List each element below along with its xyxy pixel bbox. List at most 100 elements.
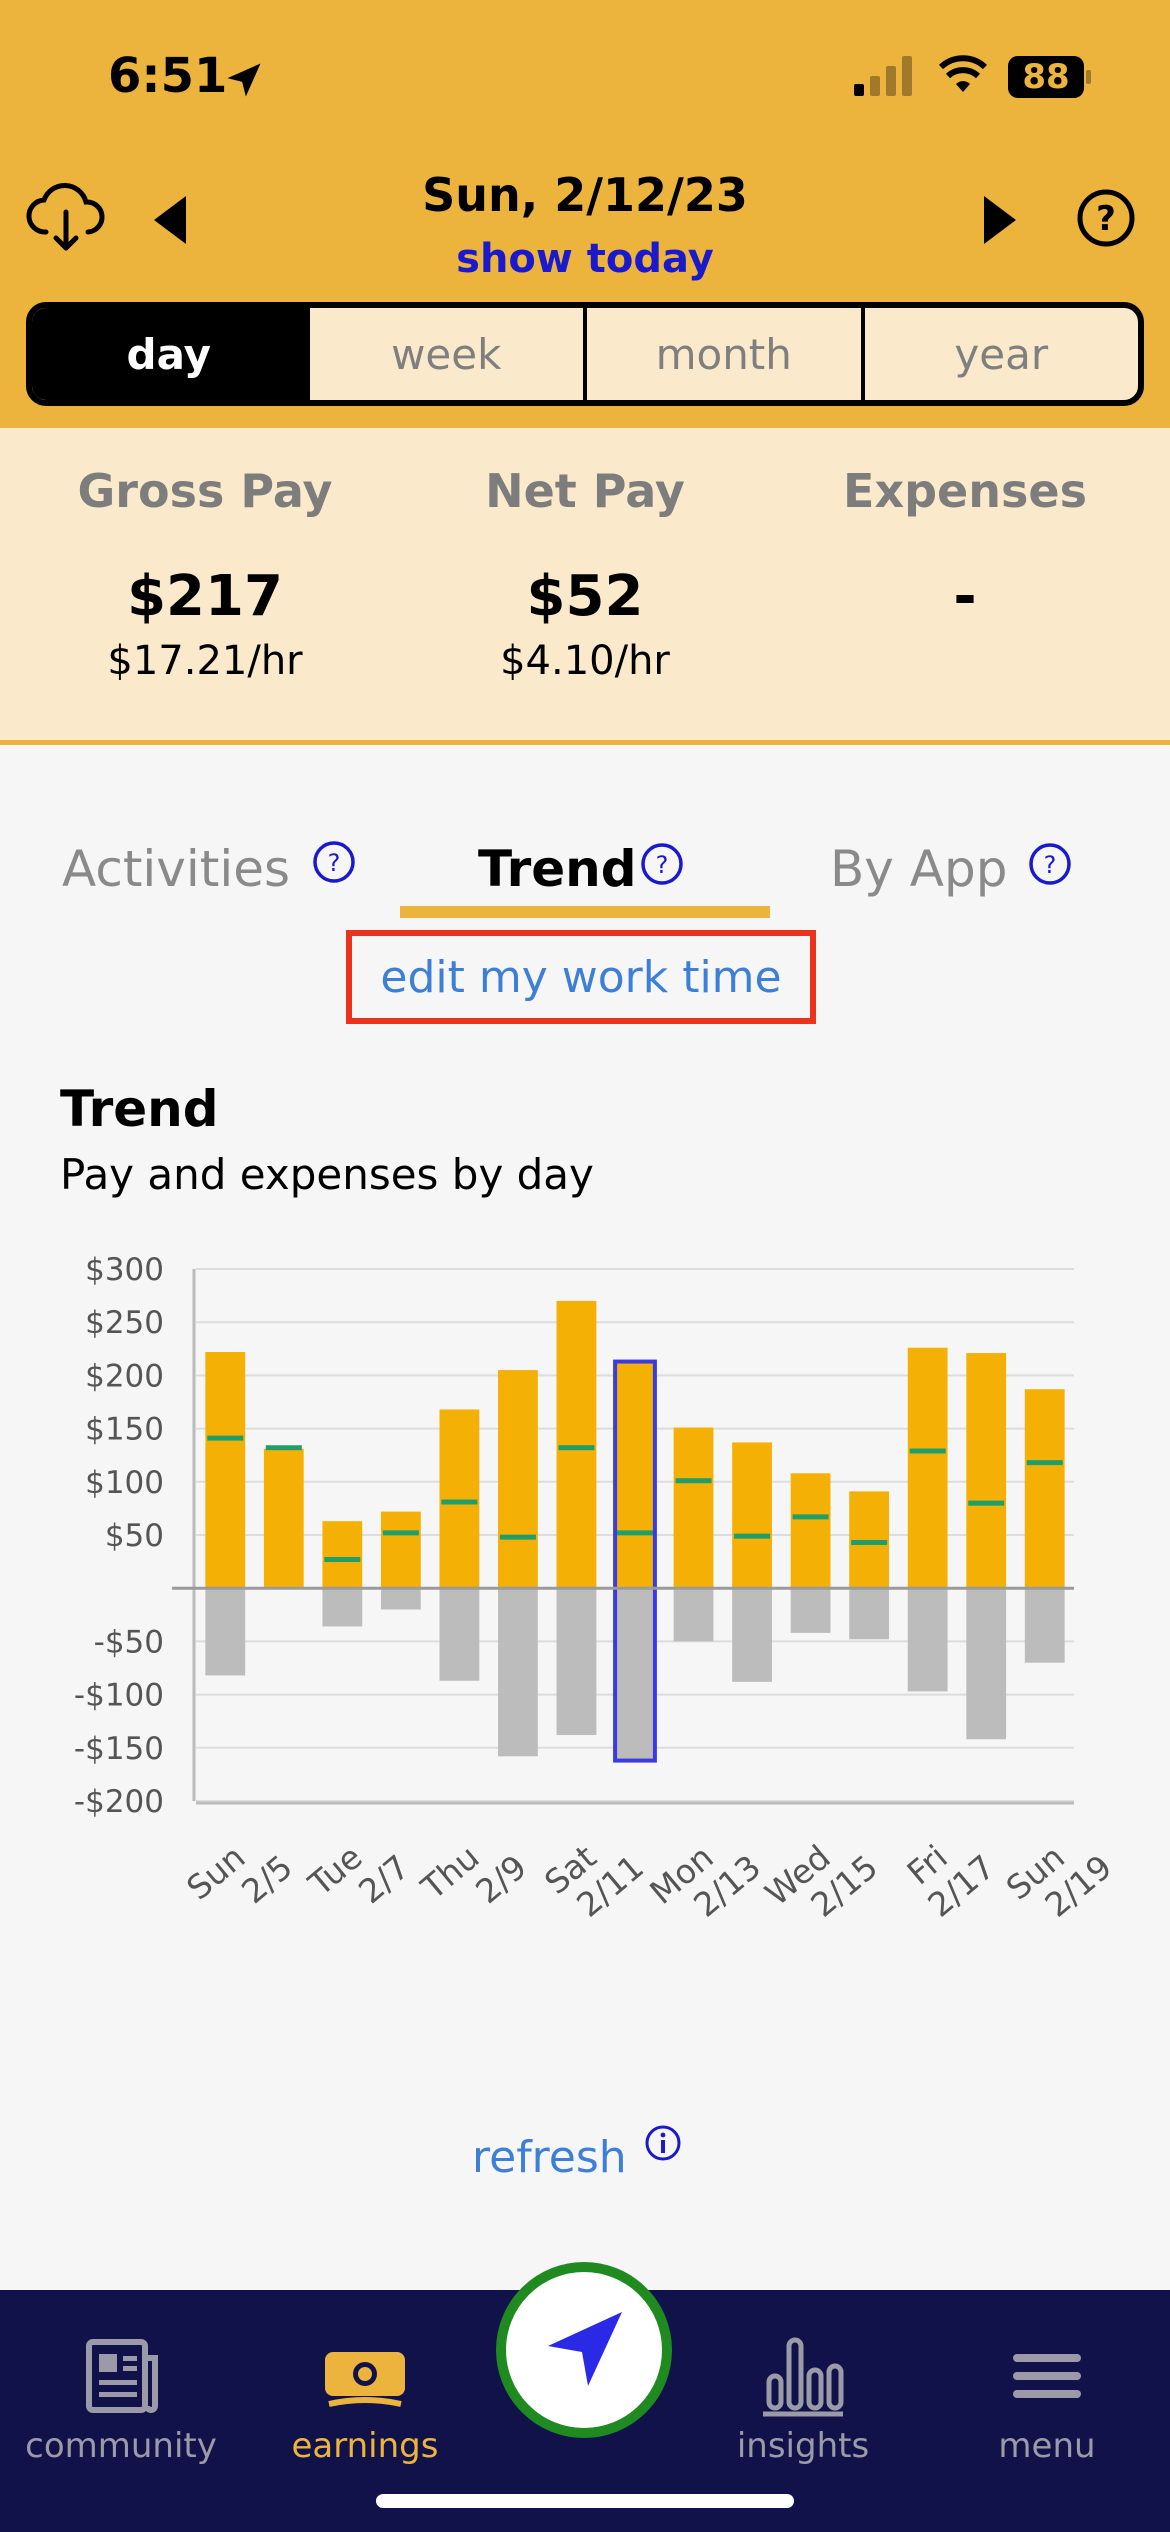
- pay-bar: [498, 1370, 538, 1589]
- newspaper-icon: [86, 2339, 158, 2413]
- cloud-download-icon[interactable]: [26, 182, 106, 254]
- previous-day-icon[interactable]: [150, 194, 190, 246]
- expense-bar: [498, 1588, 538, 1757]
- net-pay-title: Net Pay: [485, 464, 685, 518]
- pay-bar: [732, 1442, 772, 1589]
- expense-bar: [439, 1588, 480, 1681]
- edit-work-time-link[interactable]: edit my work time: [380, 952, 781, 1003]
- current-date: Sun, 2/12/23: [422, 168, 748, 222]
- activities-help-icon[interactable]: ?: [312, 840, 356, 884]
- expense-bar: [732, 1588, 772, 1682]
- net-pay-rate: $4.10/hr: [500, 638, 670, 684]
- nav-community-label: community: [25, 2426, 217, 2466]
- pay-bar: [1024, 1389, 1065, 1589]
- gross-pay-amount: $217: [127, 564, 283, 629]
- expense-bar: [380, 1588, 421, 1610]
- expense-bar: [1024, 1588, 1065, 1663]
- gross-pay-rate: $17.21/hr: [107, 638, 303, 684]
- cellular-signal-icon: [854, 56, 912, 96]
- nav-insights-label: insights: [736, 2426, 870, 2466]
- net-pay-amount: $52: [526, 564, 644, 629]
- trend-chart: $300 $250 $200 $150 $100 $50 -$50 -$100 -$150 -$2…: [74, 1252, 1119, 1943]
- expense-bar: [907, 1588, 948, 1692]
- y-tick-label: $250: [85, 1305, 164, 1341]
- nav-menu-label: menu: [998, 2426, 1096, 2466]
- nav-earnings-label: earnings: [291, 2426, 439, 2466]
- home-indicator: [376, 2494, 794, 2508]
- expenses-amount: -: [953, 564, 977, 629]
- by-app-help-icon[interactable]: ?: [1028, 842, 1072, 886]
- chart-subtitle: Pay and expenses by day: [60, 1150, 594, 1199]
- expense-bar: [205, 1588, 246, 1676]
- svg-text:?: ?: [656, 851, 669, 879]
- expense-bar: [615, 1588, 655, 1761]
- nav-community[interactable]: community: [1, 2290, 241, 2532]
- expense-bar: [790, 1588, 831, 1633]
- pay-bar: [615, 1361, 655, 1589]
- x-tick-label: Wed2/15: [758, 1818, 886, 1943]
- drive-mode-button[interactable]: [496, 2262, 672, 2438]
- segment-day[interactable]: day: [32, 308, 306, 400]
- x-tick-label: Tue2/7: [300, 1818, 416, 1933]
- y-tick-label: $300: [85, 1252, 164, 1288]
- y-tick-label: -$50: [94, 1624, 164, 1660]
- segment-week[interactable]: week: [305, 308, 584, 400]
- pay-bar: [380, 1511, 421, 1589]
- chart-title: Trend: [60, 1080, 219, 1138]
- tab-trend-indicator: [400, 906, 770, 918]
- segment-year[interactable]: year: [860, 308, 1139, 400]
- pay-bar: [849, 1491, 890, 1589]
- wifi-icon: [938, 55, 988, 92]
- money-icon: [325, 2352, 405, 2407]
- y-tick-label: $150: [85, 1412, 164, 1448]
- x-tick-label: Mon2/13: [642, 1818, 768, 1941]
- trend-help-icon[interactable]: ?: [640, 842, 684, 886]
- pay-bar: [907, 1347, 948, 1589]
- status-time: 6:51: [108, 48, 228, 104]
- pay-bar: [205, 1351, 246, 1589]
- x-tick-label: Sun2/5: [179, 1818, 300, 1937]
- pay-bar: [966, 1353, 1007, 1589]
- pay-bar: [439, 1409, 480, 1589]
- refresh-link[interactable]: refresh: [472, 2132, 627, 2183]
- navigation-arrow-icon: [548, 2312, 622, 2386]
- location-arrow-icon: [227, 63, 261, 97]
- expense-bar: [322, 1588, 363, 1627]
- y-tick-label: $100: [85, 1465, 164, 1501]
- pay-bar: [790, 1473, 831, 1589]
- expense-bar: [966, 1588, 1007, 1740]
- y-tick-label: $50: [105, 1518, 164, 1554]
- hamburger-menu-icon: [1013, 2354, 1081, 2398]
- pay-bar: [673, 1427, 714, 1589]
- battery-level: 88: [1022, 57, 1070, 97]
- segment-month[interactable]: month: [583, 308, 861, 400]
- y-tick-label: -$100: [74, 1678, 164, 1714]
- nav-menu[interactable]: menu: [927, 2290, 1167, 2532]
- svg-text:?: ?: [1044, 851, 1057, 879]
- help-icon[interactable]: ?: [1076, 188, 1136, 248]
- gross-pay-title: Gross Pay: [77, 464, 333, 518]
- info-icon[interactable]: [644, 2124, 682, 2162]
- bar-chart-icon: [763, 2337, 844, 2417]
- expense-bar: [556, 1588, 597, 1736]
- y-tick-label: -$200: [74, 1784, 164, 1820]
- pay-bar: [322, 1521, 363, 1589]
- edit-work-time-highlight: edit my work time: [346, 930, 816, 1024]
- show-today-link[interactable]: show today: [335, 236, 835, 282]
- earnings-summary: Gross Pay $217 $17.21/hr Net Pay $52 $4.…: [0, 428, 1170, 745]
- next-day-icon[interactable]: [980, 194, 1020, 246]
- x-tick-label: Thu2/9: [413, 1818, 534, 1937]
- tab-activities[interactable]: Activities: [62, 840, 290, 898]
- expense-bar: [673, 1588, 714, 1642]
- x-tick-label: Sat2/11: [537, 1818, 651, 1931]
- svg-text:?: ?: [1096, 199, 1116, 239]
- expenses-title: Expenses: [843, 464, 1087, 518]
- period-selector: day week month year: [26, 302, 1144, 406]
- svg-text:?: ?: [328, 849, 341, 877]
- x-tick-label: Fri2/17: [896, 1818, 1002, 1925]
- tab-by-app[interactable]: By App: [830, 840, 1007, 898]
- y-tick-label: -$150: [74, 1731, 164, 1767]
- tab-trend[interactable]: Trend: [478, 840, 637, 898]
- pay-bar: [556, 1300, 597, 1589]
- expense-bar: [849, 1588, 890, 1640]
